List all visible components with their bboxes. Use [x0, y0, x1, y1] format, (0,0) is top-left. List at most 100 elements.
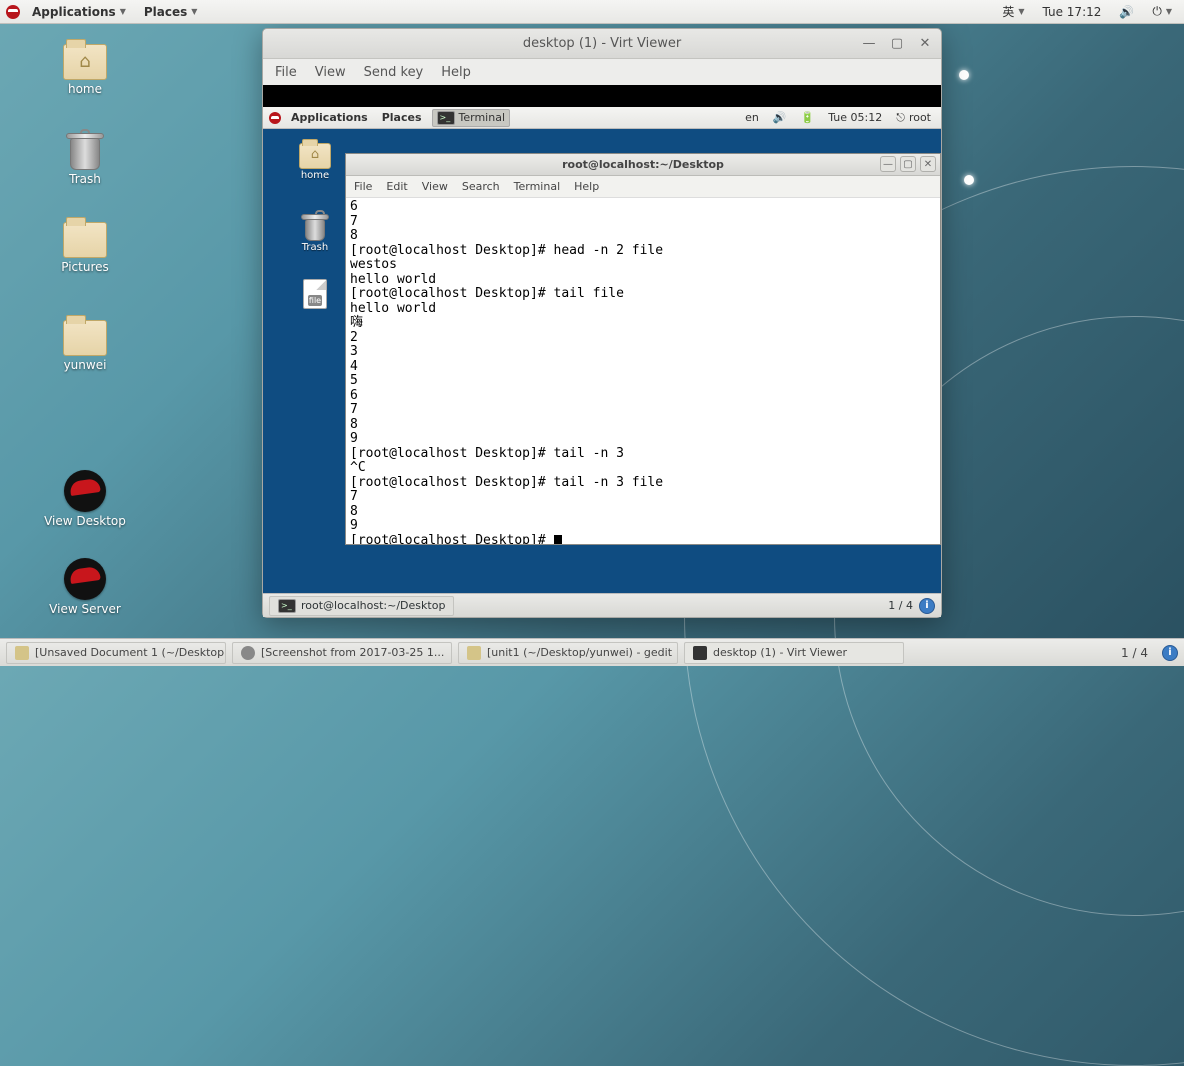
- guest-lang-indicator[interactable]: en: [741, 110, 763, 125]
- speaker-icon: 🔊: [1119, 5, 1134, 19]
- info-badge-icon[interactable]: i: [919, 598, 935, 614]
- guest-screen[interactable]: Applications Places Terminal en 🔊 🔋 Tue …: [263, 107, 941, 617]
- taskbar-item-gedit-1[interactable]: [Unsaved Document 1 (~/Desktop...: [6, 642, 226, 664]
- volume-indicator[interactable]: 🔊: [1113, 3, 1140, 21]
- chevron-down-icon: ▼: [1166, 7, 1172, 16]
- desktop-icon-yunwei[interactable]: yunwei: [40, 320, 130, 372]
- letterbox-top: [263, 85, 941, 107]
- close-button[interactable]: ✕: [920, 156, 936, 172]
- guest-task-terminal[interactable]: root@localhost:~/Desktop: [269, 596, 454, 616]
- maximize-button[interactable]: ▢: [900, 156, 916, 172]
- menu-file[interactable]: File: [354, 180, 372, 193]
- virt-viewer-window: desktop (1) - Virt Viewer — ▢ ✕ File Vie…: [262, 28, 942, 618]
- logout-icon: ⎋: [896, 111, 905, 125]
- taskbar-item-virt-viewer[interactable]: desktop (1) - Virt Viewer: [684, 642, 904, 664]
- folder-icon: [299, 143, 331, 169]
- wallpaper-dot: [964, 175, 974, 185]
- terminal-output[interactable]: 6 7 8 [root@localhost Desktop]# head -n …: [346, 198, 940, 544]
- menu-edit[interactable]: Edit: [386, 180, 407, 193]
- desktop-icon-home[interactable]: home: [40, 44, 130, 96]
- clock[interactable]: Tue 17:12: [1036, 3, 1107, 21]
- guest-battery-indicator[interactable]: 🔋: [797, 110, 819, 125]
- terminal-titlebar[interactable]: root@localhost:~/Desktop — ▢ ✕: [346, 154, 940, 176]
- guest-clock[interactable]: Tue 05:12: [824, 110, 886, 125]
- virt-menubar: File View Send key Help: [263, 59, 941, 85]
- folder-icon: [63, 320, 107, 356]
- guest-top-panel: Applications Places Terminal en 🔊 🔋 Tue …: [263, 107, 941, 129]
- gedit-icon: [15, 646, 29, 660]
- redhat-icon: [64, 558, 106, 600]
- menu-view[interactable]: View: [422, 180, 448, 193]
- guest-user-menu[interactable]: ⎋root: [892, 110, 935, 126]
- chevron-down-icon: ▼: [191, 7, 197, 16]
- minimize-button[interactable]: —: [859, 33, 879, 53]
- workspace-indicator[interactable]: 1 / 4: [1113, 646, 1156, 660]
- redhat-icon: [64, 470, 106, 512]
- terminal-title: root@localhost:~/Desktop: [346, 158, 940, 171]
- screen-icon: [693, 646, 707, 660]
- menu-help[interactable]: Help: [574, 180, 599, 193]
- chevron-down-icon: ▼: [1018, 7, 1024, 16]
- guest-bottom-panel: root@localhost:~/Desktop 1 / 4 i: [263, 593, 941, 617]
- taskbar-item-screenshot[interactable]: [Screenshot from 2017-03-25 1...: [232, 642, 452, 664]
- guest-volume-indicator[interactable]: 🔊: [769, 110, 791, 125]
- folder-icon: [63, 222, 107, 258]
- icon-label: yunwei: [64, 358, 107, 372]
- terminal-menubar: File Edit View Search Terminal Help: [346, 176, 940, 198]
- applications-label: Applications: [32, 5, 116, 19]
- file-icon: file: [303, 279, 327, 309]
- folder-icon: [63, 44, 107, 80]
- guest-icon-file[interactable]: file: [285, 279, 345, 309]
- guest-workspace-indicator[interactable]: 1 / 4: [888, 599, 913, 612]
- terminal-icon: [278, 599, 296, 613]
- guest-applications-menu[interactable]: Applications: [287, 110, 372, 125]
- menu-terminal[interactable]: Terminal: [514, 180, 561, 193]
- info-badge-icon[interactable]: i: [1162, 645, 1178, 661]
- redhat-icon: [6, 5, 20, 19]
- menu-help[interactable]: Help: [441, 65, 471, 80]
- window-titlebar[interactable]: desktop (1) - Virt Viewer — ▢ ✕: [263, 29, 941, 59]
- close-button[interactable]: ✕: [915, 33, 935, 53]
- guest-places-menu[interactable]: Places: [378, 110, 426, 125]
- desktop-icon-view-server[interactable]: View Server: [40, 558, 130, 616]
- guest-icon-home[interactable]: home: [285, 143, 345, 181]
- minimize-button[interactable]: —: [880, 156, 896, 172]
- menu-sendkey[interactable]: Send key: [364, 65, 424, 80]
- guest-icon-trash[interactable]: Trash: [285, 211, 345, 253]
- menu-search[interactable]: Search: [462, 180, 500, 193]
- desktop-icon-view-desktop[interactable]: View Desktop: [40, 470, 130, 528]
- icon-label: View Desktop: [44, 514, 126, 528]
- clock-label: Tue 17:12: [1042, 5, 1101, 19]
- window-title: desktop (1) - Virt Viewer: [263, 36, 941, 51]
- icon-label: home: [68, 82, 102, 96]
- maximize-button[interactable]: ▢: [887, 33, 907, 53]
- menu-view[interactable]: View: [315, 65, 346, 80]
- power-icon: ⏻: [1152, 4, 1162, 19]
- image-viewer-icon: [241, 646, 255, 660]
- applications-menu[interactable]: Applications ▼: [26, 3, 132, 21]
- terminal-icon: [437, 111, 455, 125]
- places-label: Places: [144, 5, 187, 19]
- menu-file[interactable]: File: [275, 65, 297, 80]
- outer-bottom-panel: [Unsaved Document 1 (~/Desktop... [Scree…: [0, 638, 1184, 666]
- power-menu[interactable]: ⏻ ▼: [1146, 2, 1178, 21]
- icon-label: Pictures: [61, 260, 109, 274]
- desktop-icon-pictures[interactable]: Pictures: [40, 222, 130, 274]
- trash-icon: [301, 211, 329, 241]
- guest-terminal-task[interactable]: Terminal: [432, 109, 511, 127]
- icon-label: Trash: [69, 172, 101, 186]
- trash-icon: [66, 130, 104, 170]
- wallpaper-dot: [959, 70, 969, 80]
- guest-terminal-window: root@localhost:~/Desktop — ▢ ✕ File Edit…: [345, 153, 941, 545]
- taskbar-item-gedit-2[interactable]: [unit1 (~/Desktop/yunwei) - gedit: [458, 642, 678, 664]
- input-method-indicator[interactable]: 英 ▼: [996, 1, 1030, 22]
- chevron-down-icon: ▼: [120, 7, 126, 16]
- desktop-icon-trash[interactable]: Trash: [40, 130, 130, 186]
- battery-icon: 🔋: [801, 111, 815, 124]
- places-menu[interactable]: Places ▼: [138, 3, 204, 21]
- input-method-label: 英: [1002, 3, 1014, 20]
- gedit-icon: [467, 646, 481, 660]
- redhat-icon: [269, 112, 281, 124]
- icon-label: View Server: [49, 602, 121, 616]
- speaker-icon: 🔊: [773, 111, 787, 124]
